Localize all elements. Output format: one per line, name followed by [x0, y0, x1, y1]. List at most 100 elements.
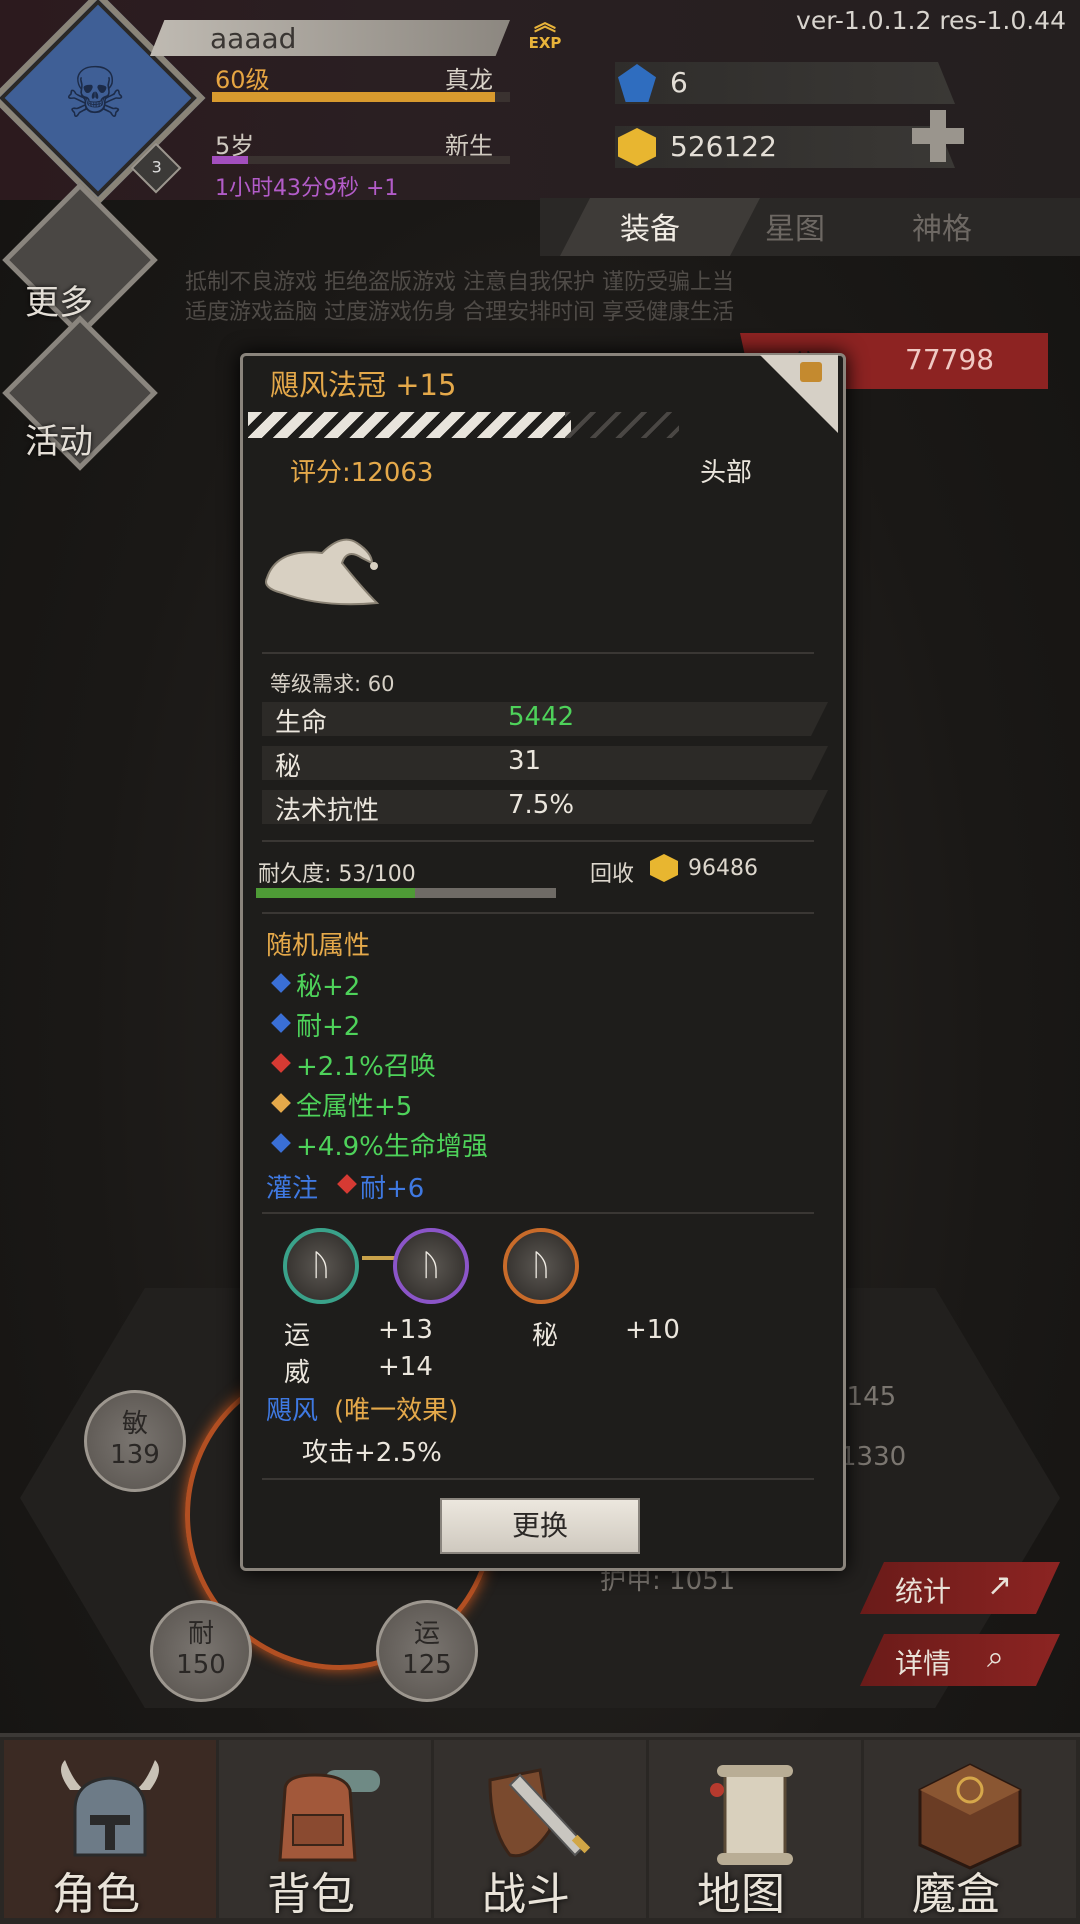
gem-counter [615, 62, 955, 104]
details-button[interactable] [860, 1634, 1060, 1686]
details-label: 详情 [895, 1647, 952, 1680]
score-value: 77798 [905, 343, 995, 376]
enhance-progress-bar [248, 412, 571, 438]
age-progress-bar [212, 156, 510, 164]
durability-fill [256, 888, 415, 898]
random-attributes-title: 随机属性 [266, 931, 371, 961]
cube-icon [918, 1763, 1022, 1870]
replace-button[interactable]: 更换 [440, 1498, 640, 1554]
socket-attr-name: 运 [284, 1321, 311, 1351]
nav-backpack[interactable]: 背包 [219, 1740, 431, 1920]
attr-name: 秘 [275, 752, 302, 782]
divider [262, 652, 814, 654]
health-notice-line1: 抵制不良游戏 拒绝盗版游戏 注意自我保护 谨防受骗上当 [185, 270, 734, 295]
nav-magic-box-label: 魔盒 [912, 1869, 1000, 1920]
wizard-hat-icon [265, 538, 380, 606]
nav-role-label: 角色 [52, 1869, 140, 1920]
random-attribute: +2.1%召唤 [296, 1052, 436, 1082]
set-effect: 攻击+2.5% [302, 1438, 442, 1468]
nav-battle[interactable]: 战斗 [434, 1740, 646, 1920]
player-name: aaaad [210, 22, 297, 55]
rune-icon: ᚢ [532, 1248, 550, 1283]
helmet-icon [61, 1760, 159, 1857]
item-name: 飓风法冠 +15 [270, 368, 457, 402]
random-attribute: 耐+2 [296, 1012, 361, 1042]
enhance-progress-remaining [565, 412, 679, 438]
stat-agility-name: 敏 [121, 1409, 148, 1439]
recycle-label: 回收 [590, 862, 635, 887]
random-attribute: 全属性+5 [296, 1092, 413, 1122]
nav-magic-box[interactable]: 魔盒 [864, 1740, 1076, 1920]
tab-divinity[interactable]: 神格 [912, 204, 972, 248]
level-progress-fill [212, 92, 496, 102]
demon-skull-icon: ☠ [63, 52, 127, 134]
set-name: 飓风 [266, 1396, 319, 1426]
rune-icon: ᚢ [422, 1248, 440, 1283]
name-plate [150, 20, 510, 56]
exp-icon[interactable]: ︽ EXP [523, 13, 567, 56]
stat-luck-name: 运 [413, 1619, 440, 1649]
level-text: 60级 [215, 66, 270, 94]
stat-agility-value: 139 [110, 1440, 160, 1470]
stat-endurance[interactable]: 耐 150 [150, 1600, 252, 1702]
attr-value: 7.5% [508, 790, 575, 820]
nav-map[interactable]: 地图 [649, 1740, 861, 1920]
stat-luck-value: 125 [402, 1650, 452, 1680]
activity-label: 活动 [25, 422, 93, 462]
search-icon: ⌕ [987, 1640, 1004, 1675]
unlock-icon[interactable] [800, 362, 822, 382]
durability-bar [256, 888, 556, 898]
random-attribute: +4.9%生命增强 [296, 1132, 488, 1162]
add-currency-button[interactable] [912, 110, 964, 162]
socket-attr-value: +13 [378, 1315, 433, 1345]
attr-value: 31 [508, 746, 542, 776]
divider [262, 1478, 814, 1480]
item-score: 评分:12063 [290, 458, 434, 488]
version-text: ver-1.0.1.2 res-1.0.44 [796, 6, 1066, 35]
attr-name: 生命 [275, 708, 328, 738]
age-progress-fill [212, 156, 248, 164]
socket-attr-value: +10 [625, 1315, 680, 1345]
divider [262, 912, 814, 914]
divider [262, 1212, 814, 1214]
tab-star-map[interactable]: 星图 [765, 204, 825, 248]
nav-role[interactable]: 角色 [4, 1740, 216, 1920]
recycle-value: 96486 [688, 856, 758, 881]
nav-map-label: 地图 [697, 1869, 785, 1920]
set-unique-tag: (唯一效果) [334, 1396, 459, 1426]
attr-name: 法术抗性 [275, 796, 380, 826]
item-slot: 头部 [700, 458, 753, 488]
rune-icon: ᚢ [312, 1248, 330, 1283]
stat-endurance-name: 耐 [187, 1619, 214, 1649]
level-progress-bar [212, 92, 510, 102]
stat-agility[interactable]: 敏 139 [84, 1390, 186, 1492]
age-timer: 1小时43分9秒 +1 [215, 176, 399, 201]
durability-label: 耐久度: 53/100 [258, 862, 416, 887]
player-title: 真龙 [445, 66, 493, 94]
stat-value-2: 1330 [840, 1442, 907, 1472]
level-requirement: 等级需求: 60 [270, 672, 395, 696]
backpack-icon [278, 1770, 380, 1862]
rune-socket-2[interactable]: ᚢ [393, 1228, 469, 1304]
nav-battle-label: 战斗 [482, 1869, 570, 1920]
trend-icon: ↗ [987, 1568, 1013, 1603]
statistics-label: 统计 [895, 1575, 952, 1608]
random-attribute: 秘+2 [296, 972, 361, 1002]
rune-socket-3[interactable]: ᚢ [503, 1228, 579, 1304]
stat-luck[interactable]: 运 125 [376, 1600, 478, 1702]
tab-equipment[interactable]: 装备 [620, 204, 680, 248]
health-notice-line2: 适度游戏益脑 过度游戏伤身 合理安排时间 享受健康生活 [185, 300, 734, 325]
rune-socket-1[interactable]: ᚢ [283, 1228, 359, 1304]
infuse-value: 耐+6 [360, 1174, 425, 1204]
divider [262, 840, 814, 842]
sword-shield-icon [488, 1768, 591, 1858]
nav-backpack-label: 背包 [267, 1869, 355, 1920]
socket-attr-name: 秘 [532, 1321, 559, 1351]
statistics-button[interactable] [860, 1562, 1060, 1614]
gold-value: 526122 [670, 130, 777, 163]
gem-value: 6 [670, 66, 688, 99]
gold-counter [615, 126, 955, 168]
infuse-label: 灌注 [266, 1174, 319, 1204]
socket-attr-name: 威 [284, 1358, 311, 1388]
scroll-map-icon [710, 1765, 793, 1865]
